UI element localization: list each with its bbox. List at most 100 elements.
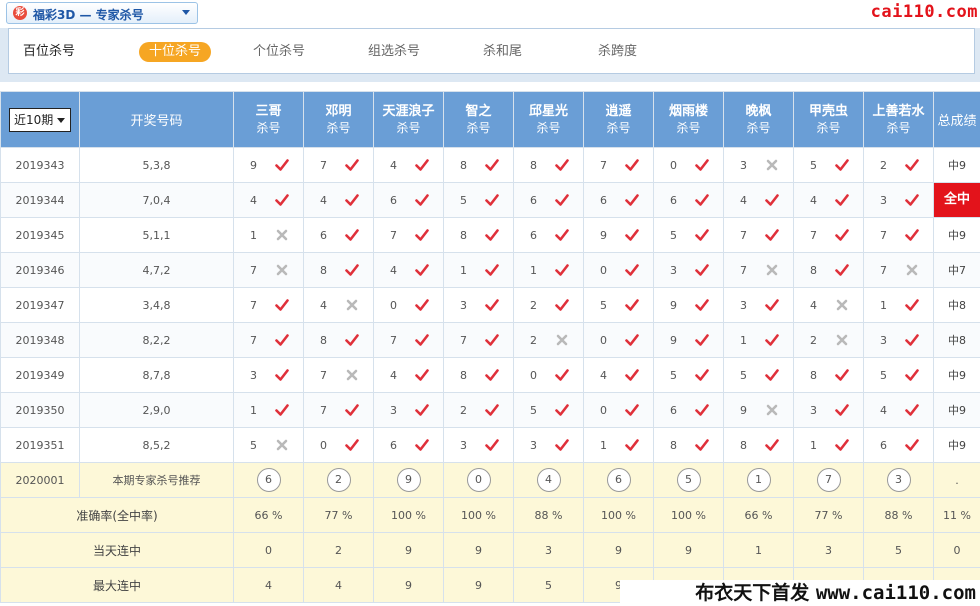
kill-cell: 4 <box>373 357 444 393</box>
expert-name: 晚枫 <box>745 103 772 119</box>
kill-number: 6 <box>320 228 327 242</box>
table-row: 2019349 8,7,8 3 7 4 8 0 4 5 5 8 5 中9 <box>0 357 980 393</box>
period-cell: 2019349 <box>0 357 80 393</box>
kill-number: 8 <box>740 438 747 452</box>
check-icon <box>624 159 639 171</box>
kill-number: 5 <box>600 298 607 312</box>
check-icon <box>344 159 359 171</box>
expert-header[interactable]: 逍遥 杀号 <box>583 91 654 148</box>
summary-label: 准确率(全中率) <box>0 497 234 533</box>
kill-cell: 7 <box>233 287 304 323</box>
total-score: 全中 <box>934 183 980 217</box>
kill-cell: 9 <box>723 392 794 428</box>
check-icon <box>414 299 429 311</box>
kill-number: 3 <box>740 298 747 312</box>
kill-cell: 0 <box>583 252 654 288</box>
check-icon <box>554 369 569 381</box>
recommend-number: 6 <box>606 468 631 492</box>
kill-cell: 7 <box>373 322 444 358</box>
expert-header[interactable]: 甲壳虫 杀号 <box>793 91 864 148</box>
expert-sub-label: 杀号 <box>536 120 561 135</box>
kill-number: 0 <box>600 263 607 277</box>
site-logo[interactable]: cai110.com <box>871 2 978 22</box>
kill-number: 1 <box>810 438 817 452</box>
kill-number: 2 <box>530 333 537 347</box>
kill-cell: 4 <box>723 182 794 218</box>
kill-number: 5 <box>670 368 677 382</box>
kill-cell: 7 <box>723 217 794 253</box>
summary-cell: 77 % <box>793 497 864 533</box>
kill-number: 3 <box>530 438 537 452</box>
table-row: 2019344 7,0,4 4 4 6 5 6 6 6 4 4 3 全中 <box>0 182 980 218</box>
kill-number: 4 <box>320 298 327 312</box>
kill-number: 7 <box>250 263 257 277</box>
check-icon <box>554 404 569 416</box>
lottery-select-dropdown[interactable]: 彩 福彩3D — 专家杀号 <box>6 2 198 24</box>
check-icon <box>414 159 429 171</box>
kill-number: 0 <box>670 158 677 172</box>
summary-total: 0 <box>933 532 980 568</box>
kill-number: 5 <box>460 193 467 207</box>
kill-number: 3 <box>460 438 467 452</box>
expert-name: 邓明 <box>325 103 352 119</box>
kill-cell: 4 <box>583 357 654 393</box>
kill-number: 7 <box>250 333 257 347</box>
expert-header[interactable]: 上善若水 杀号 <box>863 91 934 148</box>
kill-number: 1 <box>250 228 257 242</box>
total-score-cell: 全中 <box>933 182 980 218</box>
kill-number: 0 <box>390 298 397 312</box>
cross-icon <box>766 159 777 171</box>
kill-cell: 8 <box>443 357 514 393</box>
kill-cell: 3 <box>513 427 584 463</box>
tab-span-kill[interactable]: 杀跨度 <box>598 42 637 62</box>
kill-number: 3 <box>740 158 747 172</box>
tab-units-kill[interactable]: 个位杀号 <box>253 42 305 62</box>
tab-panel: 百位杀号 十位杀号 个位杀号 组选杀号 杀和尾 杀跨度 <box>0 28 980 82</box>
tab-group-kill[interactable]: 组选杀号 <box>368 42 420 62</box>
cross-icon <box>276 264 287 276</box>
check-icon <box>694 404 709 416</box>
total-score: 中9 <box>948 159 966 172</box>
expert-header[interactable]: 天涯浪子 杀号 <box>373 91 444 148</box>
recommend-number: 7 <box>816 468 841 492</box>
expert-header[interactable]: 邱星光 杀号 <box>513 91 584 148</box>
period-select[interactable]: 近10期 <box>9 107 71 132</box>
kill-number: 4 <box>810 193 817 207</box>
chevron-down-icon <box>182 10 190 15</box>
draw-number-cell: 5,3,8 <box>79 147 234 183</box>
summary-label: 最大连中 <box>0 567 234 603</box>
kill-number: 7 <box>810 228 817 242</box>
tab-hundreds-kill[interactable]: 百位杀号 <box>23 42 75 62</box>
check-icon <box>274 334 289 346</box>
check-icon <box>904 194 919 206</box>
check-icon <box>624 264 639 276</box>
draw-number-cell: 3,4,8 <box>79 287 234 323</box>
kill-number: 1 <box>460 263 467 277</box>
expert-header[interactable]: 晚枫 杀号 <box>723 91 794 148</box>
expert-header[interactable]: 邓明 杀号 <box>303 91 374 148</box>
check-icon <box>554 229 569 241</box>
expert-name: 智之 <box>465 103 492 119</box>
cross-icon <box>766 404 777 416</box>
recommend-number: 9 <box>396 468 421 492</box>
expert-sub-label: 杀号 <box>816 120 841 135</box>
kill-number: 6 <box>670 193 677 207</box>
cross-icon <box>276 229 287 241</box>
kill-number: 8 <box>810 368 817 382</box>
kill-number: 7 <box>250 298 257 312</box>
check-icon <box>274 194 289 206</box>
tab-sum-tail-kill[interactable]: 杀和尾 <box>483 42 522 62</box>
expert-header[interactable]: 烟雨楼 杀号 <box>653 91 724 148</box>
expert-header[interactable]: 三哥 杀号 <box>233 91 304 148</box>
tab-tens-kill[interactable]: 十位杀号 <box>139 42 212 62</box>
kill-cell: 4 <box>863 392 934 428</box>
kill-cell: 3 <box>443 287 514 323</box>
expert-header[interactable]: 智之 杀号 <box>443 91 514 148</box>
check-icon <box>414 229 429 241</box>
total-score: 中8 <box>948 299 966 312</box>
total-score: 中9 <box>948 439 966 452</box>
tab-bar: 百位杀号 十位杀号 个位杀号 组选杀号 杀和尾 杀跨度 <box>8 28 975 74</box>
kill-cell: 1 <box>863 287 934 323</box>
check-icon <box>624 299 639 311</box>
kill-number: 8 <box>460 368 467 382</box>
